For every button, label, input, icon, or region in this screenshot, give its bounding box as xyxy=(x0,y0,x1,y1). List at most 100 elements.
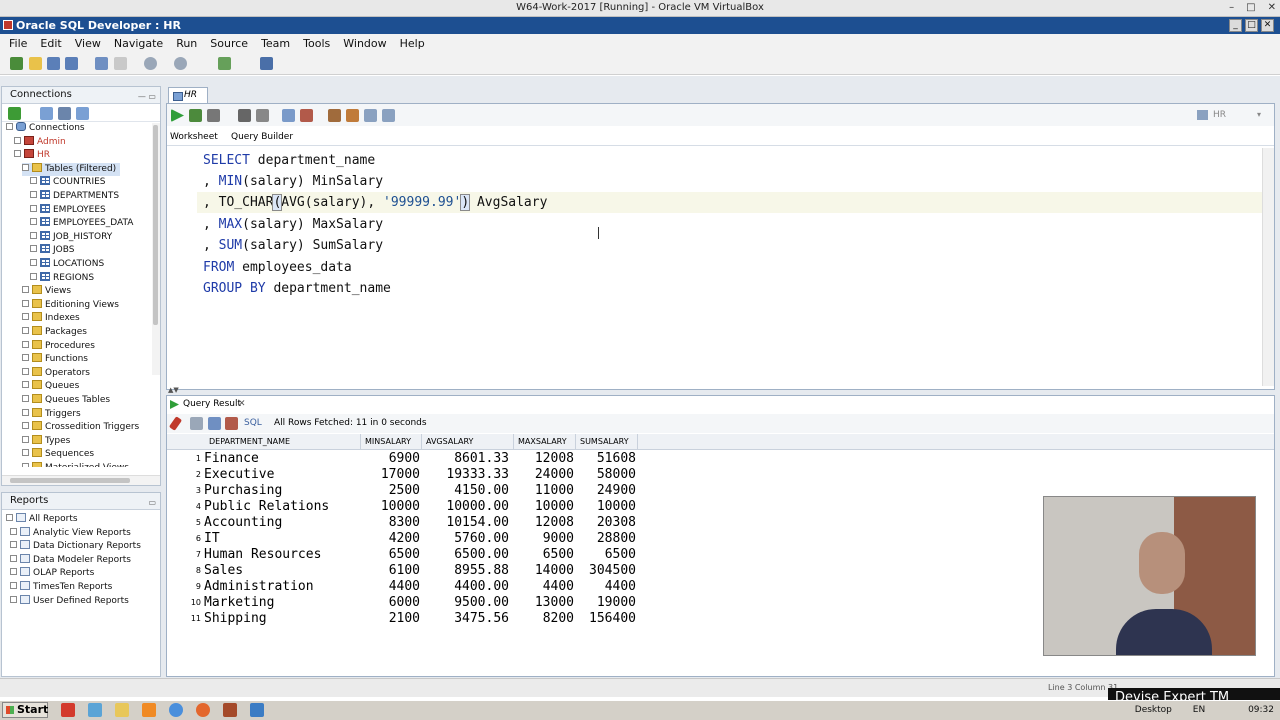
vlc-app-icon[interactable] xyxy=(142,703,156,717)
cell-department-name[interactable]: Administration xyxy=(204,579,364,595)
cell-minsalary[interactable]: 6900 xyxy=(361,451,420,467)
table-row[interactable]: 2 Executive 17000 19333.33 24000 58000 xyxy=(167,467,637,483)
close-tab-icon[interactable]: ✕ xyxy=(238,396,246,413)
tree-item[interactable]: Functions xyxy=(22,353,88,366)
expand-icon[interactable] xyxy=(10,595,17,603)
report-item[interactable]: Analytic View Reports xyxy=(10,526,131,540)
cell-minsalary[interactable]: 2100 xyxy=(361,611,420,627)
reports-minimize-icon[interactable]: ▭ xyxy=(148,495,156,511)
export-icon[interactable] xyxy=(225,417,238,430)
report-item[interactable]: Data Dictionary Reports xyxy=(10,540,141,553)
expand-icon[interactable] xyxy=(22,340,29,348)
expand-icon[interactable] xyxy=(30,177,37,185)
menu-tools[interactable]: Tools xyxy=(298,37,338,50)
tab-query-result[interactable]: Query Result ✕ xyxy=(167,396,255,414)
splitter-arrows-icon[interactable]: ▲▼ xyxy=(168,386,188,394)
cell-sumsalary[interactable]: 10000 xyxy=(576,499,636,515)
table-row[interactable]: 8 Sales 6100 8955.88 14000 304500 xyxy=(167,563,637,579)
cell-maxsalary[interactable]: 24000 xyxy=(514,467,574,483)
table-row[interactable]: 10 Marketing 6000 9500.00 13000 19000 xyxy=(167,595,637,611)
sql-developer-app-icon[interactable] xyxy=(223,703,237,717)
expand-icon[interactable] xyxy=(14,136,21,144)
cell-department-name[interactable]: Public Relations xyxy=(204,499,364,515)
cell-sumsalary[interactable]: 6500 xyxy=(576,547,636,563)
menu-window[interactable]: Window xyxy=(338,37,394,50)
table-row[interactable]: 3 Purchasing 2500 4150.00 11000 24900 xyxy=(167,483,637,499)
tree-item[interactable]: Admin xyxy=(14,135,66,149)
cell-maxsalary[interactable]: 12008 xyxy=(514,515,574,531)
cell-department-name[interactable]: Marketing xyxy=(204,595,364,611)
expand-icon[interactable] xyxy=(30,259,37,266)
expand-icon[interactable] xyxy=(30,245,37,253)
menu-run[interactable]: Run xyxy=(171,37,205,50)
sql-worksheet-icon[interactable] xyxy=(218,57,231,70)
tree-item[interactable]: Crossedition Triggers xyxy=(22,421,139,434)
cell-minsalary[interactable]: 10000 xyxy=(361,499,420,515)
cell-minsalary[interactable]: 6100 xyxy=(361,563,420,579)
desktop-label[interactable]: Desktop xyxy=(1135,705,1172,715)
sql-code-editor[interactable]: SELECT department_name , MIN(salary) Min… xyxy=(197,150,1263,385)
tree-item[interactable]: EMPLOYEES xyxy=(30,203,106,217)
menu-help[interactable]: Help xyxy=(395,37,433,50)
cell-maxsalary[interactable]: 10000 xyxy=(514,499,574,515)
panel-minimize-icon[interactable]: — ▭ xyxy=(138,89,156,105)
tree-item[interactable]: Materialized Views xyxy=(22,462,129,467)
tree-item[interactable]: Indexes xyxy=(22,312,80,325)
tree-item[interactable]: REGIONS xyxy=(30,271,94,285)
expand-icon[interactable] xyxy=(30,191,37,198)
expand-icon[interactable] xyxy=(10,582,17,589)
folder-app-icon[interactable] xyxy=(115,703,129,717)
column-header-sumsalary[interactable]: SUMSALARY xyxy=(576,434,638,450)
tree-item[interactable]: COUNTRIES xyxy=(30,176,106,189)
expand-icon[interactable] xyxy=(10,554,17,562)
tree-item[interactable]: Views xyxy=(22,285,71,298)
tree-item[interactable]: JOBS xyxy=(30,244,74,257)
cell-sumsalary[interactable]: 4400 xyxy=(576,579,636,595)
table-row[interactable]: 4 Public Relations 10000 10000.00 10000 10000 xyxy=(167,499,637,515)
tree-item[interactable]: Connections xyxy=(6,122,85,135)
app-maximize-icon[interactable]: □ xyxy=(1245,19,1258,32)
cell-avgsalary[interactable]: 3475.56 xyxy=(422,611,509,627)
cell-maxsalary[interactable]: 6500 xyxy=(514,547,574,563)
tree-item[interactable]: Queues xyxy=(22,380,79,393)
cell-sumsalary[interactable]: 24900 xyxy=(576,483,636,499)
table-row[interactable]: 6 IT 4200 5760.00 9000 28800 xyxy=(167,531,637,547)
tree-item[interactable]: Editioning Views xyxy=(22,298,119,312)
new-connection-icon[interactable] xyxy=(8,107,21,120)
cell-sumsalary[interactable]: 19000 xyxy=(576,595,636,611)
cell-maxsalary[interactable]: 13000 xyxy=(514,595,574,611)
back-icon[interactable] xyxy=(144,57,157,70)
cell-department-name[interactable]: Executive xyxy=(204,467,364,483)
refresh-icon[interactable] xyxy=(40,107,53,120)
cell-avgsalary[interactable]: 8601.33 xyxy=(422,451,509,467)
cell-maxsalary[interactable]: 14000 xyxy=(514,563,574,579)
expand-icon[interactable] xyxy=(22,313,29,321)
expand-icon[interactable] xyxy=(22,354,29,362)
cell-sumsalary[interactable]: 304500 xyxy=(576,563,636,579)
cell-department-name[interactable]: IT xyxy=(204,531,364,547)
run-script-icon[interactable] xyxy=(189,109,202,122)
tree-item[interactable]: Types xyxy=(22,434,70,448)
cell-avgsalary[interactable]: 10000.00 xyxy=(422,499,509,515)
expand-icon[interactable] xyxy=(22,395,29,402)
commit-icon[interactable] xyxy=(282,109,295,122)
expand-icon[interactable] xyxy=(22,286,29,294)
tree-item[interactable]: DEPARTMENTS xyxy=(30,190,119,203)
report-item[interactable]: All Reports xyxy=(6,513,78,526)
menu-file[interactable]: File xyxy=(4,37,35,50)
expand-icon[interactable] xyxy=(22,327,29,334)
cell-avgsalary[interactable]: 6500.00 xyxy=(422,547,509,563)
tree-item[interactable]: Triggers xyxy=(22,407,81,421)
virtualbox-app-icon[interactable] xyxy=(250,703,264,717)
expand-icon[interactable] xyxy=(10,568,17,576)
expand-icon[interactable] xyxy=(6,514,13,521)
minimize-icon[interactable]: – xyxy=(1229,0,1234,17)
cell-minsalary[interactable]: 8300 xyxy=(361,515,420,531)
chrome-app-icon[interactable] xyxy=(169,703,183,717)
column-header-maxsalary[interactable]: MAXSALARY xyxy=(514,434,576,450)
sql-link[interactable]: SQL xyxy=(244,414,262,433)
cell-minsalary[interactable]: 2500 xyxy=(361,483,420,499)
close-icon[interactable]: ✕ xyxy=(1268,0,1276,17)
report-item[interactable]: OLAP Reports xyxy=(10,567,94,580)
save-icon[interactable] xyxy=(47,57,60,70)
